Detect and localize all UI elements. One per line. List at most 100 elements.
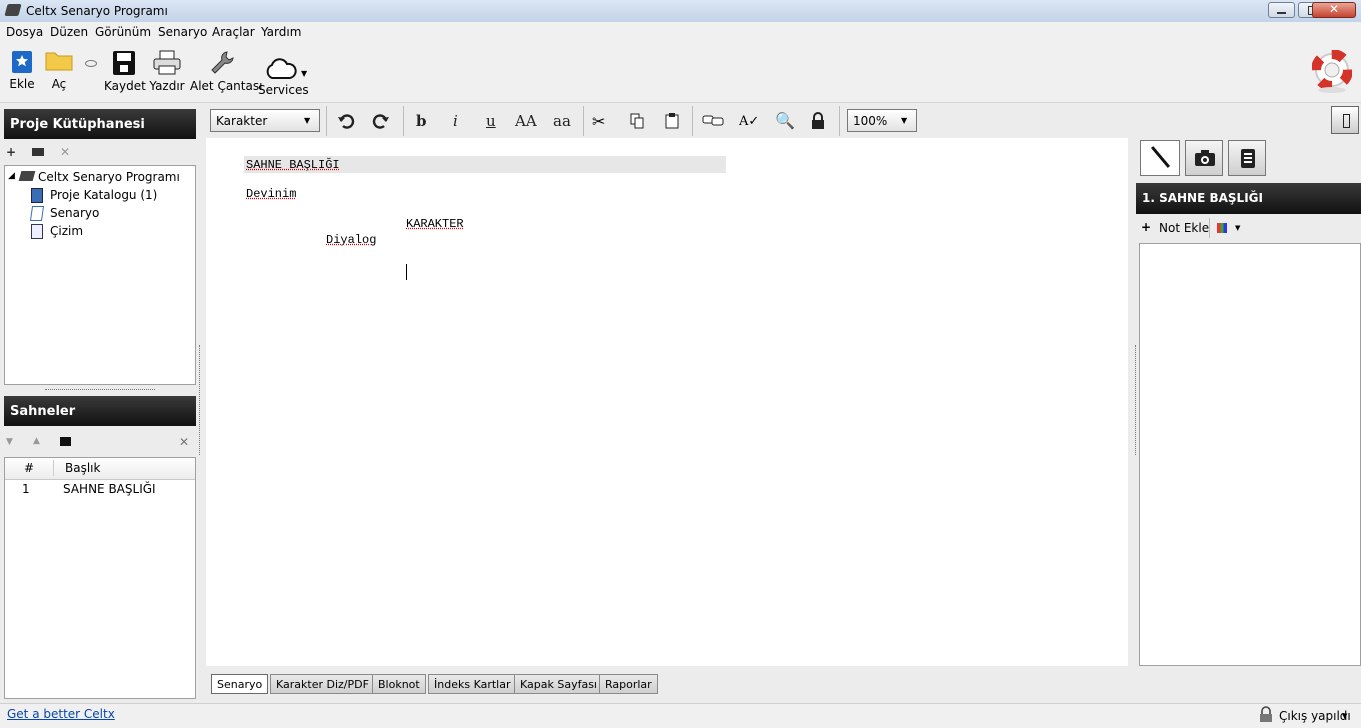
report-tab[interactable] bbox=[1228, 140, 1266, 176]
folder-icon bbox=[45, 52, 73, 71]
uppercase-button[interactable]: AA bbox=[515, 112, 537, 130]
script-icon bbox=[29, 206, 45, 221]
add-note-plus-icon[interactable]: + bbox=[1141, 220, 1151, 234]
print-button[interactable]: Yazdır bbox=[148, 50, 186, 93]
printer-icon bbox=[153, 50, 181, 75]
col-divider bbox=[53, 460, 54, 476]
services-button[interactable]: Services bbox=[258, 58, 309, 97]
library-tree: ◢ Celtx Senaryo Programı Proje Katalogu … bbox=[4, 165, 196, 385]
notepad-icon bbox=[1241, 149, 1255, 168]
toolbox-button[interactable]: Alet Çantası bbox=[190, 50, 262, 93]
style-select-value: Karakter bbox=[216, 114, 268, 128]
row-num: 1 bbox=[22, 482, 30, 496]
tab-character-pdf[interactable]: Karakter Diz/PDF bbox=[270, 674, 375, 694]
folder-add-icon[interactable] bbox=[32, 148, 44, 156]
paste-icon[interactable] bbox=[665, 113, 679, 129]
spellcheck-icon[interactable]: A✓ bbox=[739, 114, 759, 129]
services-chevron-icon[interactable]: ▼ bbox=[301, 69, 307, 78]
tab-cover-page[interactable]: Kapak Sayfası bbox=[514, 674, 603, 694]
add-note-button[interactable]: Not Ekle bbox=[1159, 221, 1209, 235]
menu-bar: Dosya Düzen Görünüm Senaryo Araçlar Yard… bbox=[0, 22, 1361, 42]
col-num[interactable]: # bbox=[24, 461, 34, 475]
add-button[interactable]: Ekle bbox=[8, 50, 36, 91]
lock-icon[interactable] bbox=[810, 112, 826, 130]
style-select[interactable]: Karakter ▼ bbox=[210, 109, 320, 132]
tab-screenplay[interactable]: Senaryo bbox=[211, 674, 269, 694]
open-button[interactable]: Aç bbox=[44, 48, 74, 91]
move-down-icon[interactable]: ▼ bbox=[6, 437, 13, 447]
close-button[interactable]: ✕ bbox=[1312, 2, 1356, 18]
floppy-icon bbox=[113, 51, 135, 75]
zoom-select[interactable]: 100% ▼ bbox=[847, 109, 917, 132]
col-title[interactable]: Başlık bbox=[65, 461, 100, 475]
menu-gorunum[interactable]: Görünüm bbox=[95, 25, 151, 39]
title-bar: Celtx Senaryo Programı ✕ bbox=[0, 0, 1361, 23]
dialog-line[interactable]: Diyalog bbox=[326, 233, 376, 247]
move-up-icon[interactable]: ▲ bbox=[33, 436, 40, 446]
scene-heading[interactable]: SAHNE BAŞLIĞI bbox=[246, 158, 340, 172]
toggle-sidebar-button[interactable] bbox=[1331, 106, 1359, 134]
cut-icon[interactable]: ✂ bbox=[592, 112, 605, 131]
save-button[interactable]: Kaydet bbox=[104, 50, 146, 93]
tree-root[interactable]: Celtx Senaryo Programı bbox=[38, 170, 180, 184]
toolbar-separator bbox=[326, 106, 327, 136]
menu-duzen[interactable]: Düzen bbox=[50, 25, 88, 39]
media-tab[interactable] bbox=[1185, 140, 1223, 176]
notes-tab[interactable] bbox=[1140, 140, 1180, 176]
toolbar-separator bbox=[583, 106, 584, 136]
tab-reports[interactable]: Raporlar bbox=[599, 674, 658, 694]
bold-button[interactable]: b bbox=[416, 112, 427, 130]
toolbar-separator bbox=[1209, 218, 1210, 238]
lowercase-button[interactable]: aa bbox=[553, 112, 571, 130]
table-row[interactable]: 1 SAHNE BAŞLIĞI bbox=[5, 481, 195, 499]
toolbar-separator bbox=[403, 106, 404, 136]
search-icon[interactable]: 🔍 bbox=[775, 111, 795, 130]
text-cursor bbox=[406, 264, 407, 280]
main-toolbar: Ekle Aç Kaydet Yazdır Alet Çantası Servi… bbox=[0, 42, 1361, 103]
merge-scenes-icon[interactable] bbox=[60, 437, 71, 446]
italic-button[interactable]: i bbox=[453, 112, 458, 130]
scene-panel-header: 1. SAHNE BAŞLIĞI bbox=[1136, 183, 1361, 214]
tree-item-catalog[interactable]: Proje Katalogu (1) bbox=[50, 188, 157, 202]
library-splitter[interactable] bbox=[45, 385, 155, 390]
menu-dosya[interactable]: Dosya bbox=[6, 25, 43, 39]
remove-item-icon[interactable]: ✕ bbox=[60, 145, 70, 159]
scenes-table: # Başlık 1 SAHNE BAŞLIĞI bbox=[4, 457, 196, 699]
tree-item-screenplay[interactable]: Senaryo bbox=[50, 206, 99, 220]
character-line[interactable]: KARAKTER bbox=[406, 217, 464, 231]
action-line[interactable]: Devinim bbox=[246, 187, 296, 201]
menu-senaryo[interactable]: Senaryo bbox=[158, 25, 207, 39]
left-splitter[interactable] bbox=[199, 345, 205, 455]
script-editor[interactable]: SAHNE BAŞLIĞI Devinim KARAKTER Diyalog bbox=[206, 138, 1128, 666]
minimize-button[interactable] bbox=[1268, 2, 1295, 18]
login-chevron-icon[interactable]: ▼ bbox=[1342, 712, 1347, 720]
menu-yardim[interactable]: Yardım bbox=[261, 25, 301, 39]
camera-icon bbox=[1195, 150, 1215, 166]
notes-area[interactable] bbox=[1139, 243, 1361, 666]
login-status[interactable]: Çıkış yapıldı bbox=[1279, 709, 1351, 723]
color-grid-icon[interactable] bbox=[1217, 223, 1227, 233]
style-select-chevron-icon: ▼ bbox=[304, 116, 311, 125]
add-item-icon[interactable]: + bbox=[6, 145, 16, 159]
underline-button[interactable]: u bbox=[486, 112, 496, 130]
app-icon bbox=[4, 4, 22, 16]
window-title: Celtx Senaryo Programı bbox=[26, 4, 168, 18]
tab-index-cards[interactable]: İndeks Kartlar bbox=[428, 674, 517, 694]
right-splitter[interactable] bbox=[1130, 345, 1136, 455]
tab-notepad[interactable]: Bloknot bbox=[372, 674, 426, 694]
copy-icon[interactable] bbox=[630, 113, 644, 129]
library-header: Proje Kütüphanesi bbox=[4, 109, 196, 139]
remove-scene-icon[interactable]: ✕ bbox=[179, 435, 189, 449]
redo-icon[interactable] bbox=[372, 113, 390, 129]
color-chevron-icon[interactable]: ▼ bbox=[1235, 224, 1240, 232]
project-icon bbox=[18, 171, 36, 181]
upgrade-link[interactable]: Get a better Celtx bbox=[7, 707, 115, 721]
tree-item-drawing[interactable]: Çizim bbox=[50, 224, 83, 238]
collapse-triangle-icon[interactable]: ◢ bbox=[8, 171, 15, 181]
sidebar-toggle-icon bbox=[1343, 114, 1350, 128]
dialog-bubbles-icon[interactable] bbox=[702, 114, 724, 128]
undo-icon[interactable] bbox=[337, 113, 355, 129]
chevron-down-icon[interactable] bbox=[85, 60, 97, 67]
help-lifebuoy-icon[interactable] bbox=[1312, 50, 1352, 94]
menu-araclar[interactable]: Araçlar bbox=[212, 25, 255, 39]
